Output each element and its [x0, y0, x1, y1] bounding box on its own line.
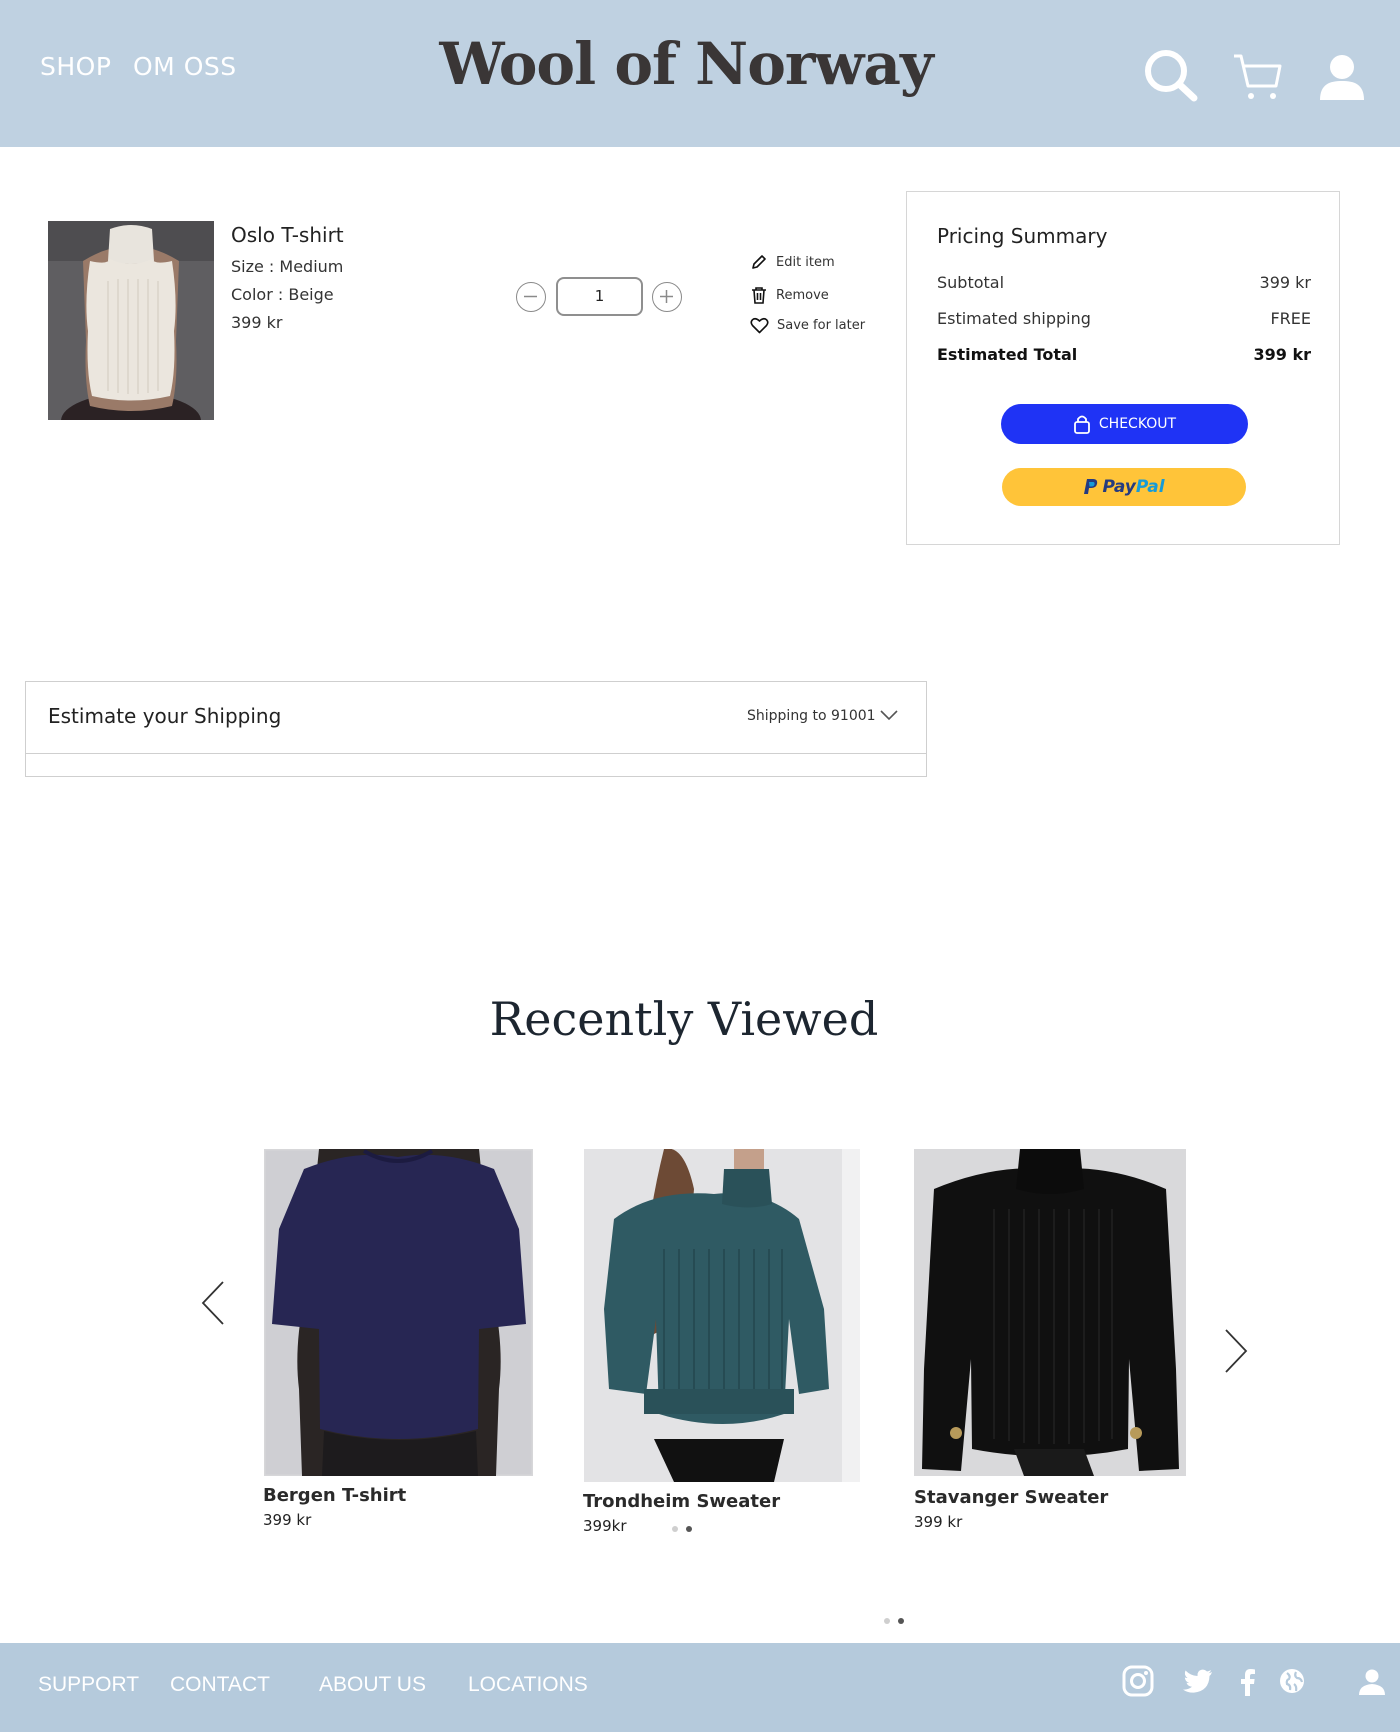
checkout-label: CHECKOUT — [1098, 416, 1177, 432]
product-name-bergen[interactable]: Bergen T-shirt — [263, 1485, 406, 1506]
paypal-pal-text: Pal — [1135, 477, 1165, 497]
estimated-total-label: Estimated Total — [937, 345, 1078, 364]
product-price-trondheim: 399kr — [583, 1517, 627, 1535]
facebook-icon[interactable] — [1240, 1668, 1256, 1696]
product-image-bergen[interactable] — [264, 1149, 533, 1476]
globe-icon[interactable] — [1279, 1668, 1305, 1694]
cart-item-image[interactable] — [48, 221, 214, 420]
quantity-increase-button[interactable] — [652, 282, 682, 312]
total-row: Estimated Total 399 kr — [937, 345, 1311, 364]
lock-icon — [1074, 415, 1090, 434]
carousel-next-icon[interactable] — [1222, 1328, 1250, 1374]
edit-item-link[interactable]: Edit item — [750, 253, 835, 271]
subtotal-row: Subtotal 399 kr — [937, 273, 1311, 292]
paypal-pay-text: Pay — [1102, 477, 1136, 497]
chevron-down-icon[interactable] — [880, 709, 898, 721]
subtotal-value: 399 kr — [1259, 273, 1311, 292]
cart-icon[interactable] — [1232, 52, 1282, 102]
pricing-summary-title: Pricing Summary — [937, 224, 1108, 248]
save-for-later-label: Save for later — [777, 318, 866, 333]
save-for-later-link[interactable]: Save for later — [750, 317, 865, 334]
subtotal-label: Subtotal — [937, 273, 1005, 292]
heart-icon — [750, 317, 769, 334]
footer-user-icon[interactable] — [1358, 1669, 1386, 1695]
carousel-dot-1[interactable] — [884, 1618, 890, 1624]
product-price-stavanger: 399 kr — [914, 1513, 963, 1531]
recently-viewed-title: Recently Viewed — [489, 992, 879, 1046]
product-name-stavanger[interactable]: Stavanger Sweater — [914, 1487, 1108, 1508]
pencil-icon — [752, 255, 766, 269]
product-image-stavanger[interactable] — [914, 1149, 1186, 1476]
cart-item-size: Size : Medium — [231, 257, 344, 276]
paypal-icon — [1084, 479, 1098, 494]
remove-item-link[interactable]: Remove — [750, 286, 829, 305]
user-icon[interactable] — [1318, 54, 1366, 100]
quantity-decrease-button[interactable] — [516, 282, 546, 312]
instagram-icon[interactable] — [1122, 1665, 1154, 1697]
shipping-destination[interactable]: Shipping to 91001 — [747, 708, 876, 724]
carousel-prev-icon[interactable] — [199, 1280, 227, 1326]
cart-item-name[interactable]: Oslo T-shirt — [231, 223, 344, 247]
search-icon[interactable] — [1142, 47, 1200, 103]
cart-item-color: Color : Beige — [231, 285, 334, 304]
checkout-button[interactable]: CHECKOUT — [1001, 404, 1248, 444]
paypal-button[interactable]: Pay Pal — [1002, 468, 1246, 506]
quantity-input[interactable]: 1 — [556, 277, 643, 316]
carousel-dot-2[interactable] — [898, 1618, 904, 1624]
product-image-trondheim[interactable] — [584, 1149, 860, 1482]
footer-about-us[interactable]: ABOUT US — [319, 1673, 426, 1697]
product-image-dot-2[interactable] — [686, 1526, 692, 1532]
twitter-icon[interactable] — [1183, 1669, 1213, 1694]
footer-locations[interactable]: LOCATIONS — [468, 1673, 588, 1697]
remove-item-label: Remove — [776, 288, 829, 303]
shipping-row: Estimated shipping FREE — [937, 309, 1311, 328]
estimated-shipping-label: Estimated shipping — [937, 309, 1091, 328]
edit-item-label: Edit item — [776, 254, 835, 270]
cart-item-price: 399 kr — [231, 313, 283, 332]
footer-support[interactable]: SUPPORT — [38, 1673, 139, 1697]
product-price-bergen: 399 kr — [263, 1511, 312, 1529]
estimated-shipping-value: FREE — [1270, 309, 1311, 328]
product-name-trondheim[interactable]: Trondheim Sweater — [583, 1491, 780, 1512]
trash-icon — [752, 287, 766, 304]
product-image-dot-1[interactable] — [672, 1526, 678, 1532]
footer-contact[interactable]: CONTACT — [170, 1673, 270, 1697]
shipping-estimate-title: Estimate your Shipping — [48, 704, 282, 728]
estimated-total-value: 399 kr — [1253, 345, 1312, 364]
